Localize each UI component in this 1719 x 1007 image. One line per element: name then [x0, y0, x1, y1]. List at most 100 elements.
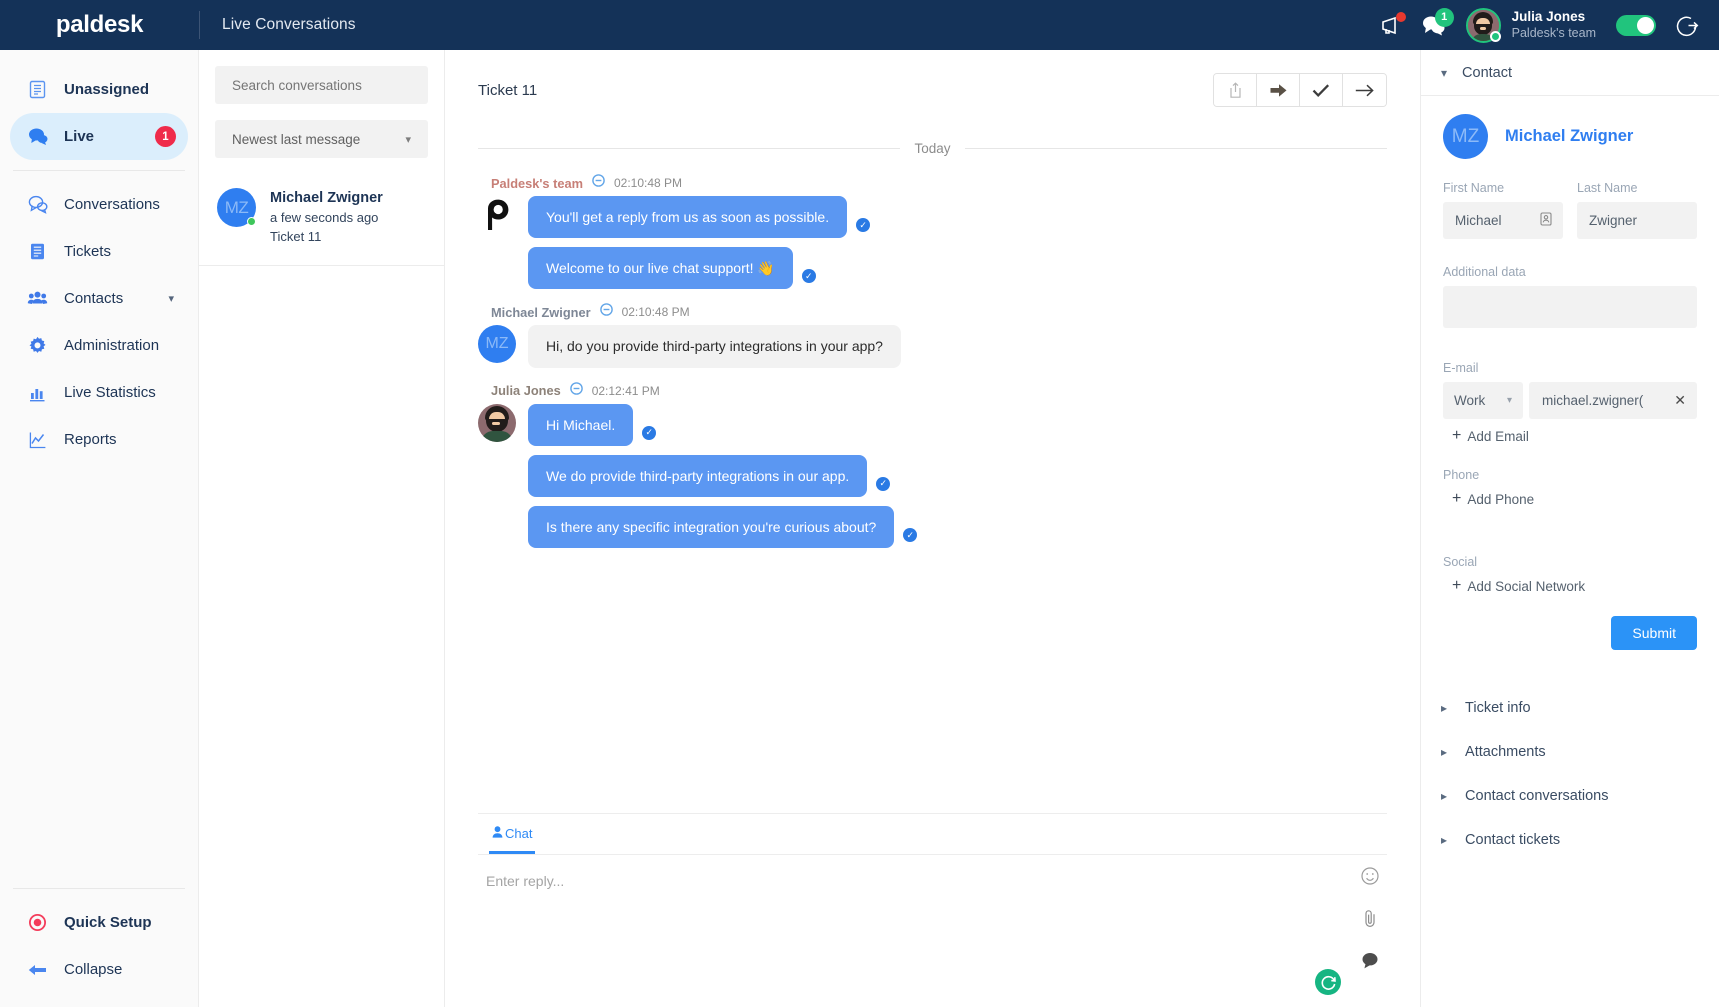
- message-scroll-area[interactable]: Today Paldesk's team 02:10:48 PM You'll …: [445, 107, 1420, 813]
- message-bubbles: Hi Michael. ✓ We do provide third-party …: [528, 403, 918, 549]
- avatar: MZ: [1443, 114, 1488, 159]
- sidebar-live-badge: 1: [155, 126, 176, 147]
- message-bubble: Welcome to our live chat support! 👋: [528, 247, 793, 290]
- read-receipt-icon: ✓: [876, 476, 891, 491]
- sidebar-divider: [13, 170, 185, 171]
- tab-chat[interactable]: Chat: [489, 814, 536, 854]
- top-bar-actions: 1 Julia Jones Paldesk's team: [1380, 7, 1719, 43]
- conversation-list-panel: Newest last message ▾ MZ Michael Zwigner…: [199, 50, 445, 1007]
- submit-row: Submit: [1421, 594, 1719, 650]
- sidebar-item-conversations[interactable]: Conversations: [10, 181, 188, 228]
- avatar: MZ: [217, 188, 256, 227]
- phone-label: Phone: [1443, 468, 1480, 482]
- sidebar-item-contacts[interactable]: Contacts ▾: [10, 275, 188, 322]
- add-email-button[interactable]: + Add Email: [1452, 428, 1697, 444]
- search-input[interactable]: [215, 66, 428, 104]
- emoji-icon[interactable]: [1361, 867, 1379, 890]
- paperclip-icon[interactable]: [1363, 909, 1378, 933]
- sidebar-item-label: Reports: [64, 431, 117, 448]
- online-status-dot: [1489, 30, 1501, 42]
- chat-panel: Ticket 11 Today Paldesk's team 02:10:48 …: [445, 50, 1420, 1007]
- add-social-button[interactable]: + Add Social Network: [1452, 578, 1697, 594]
- resolve-button[interactable]: [1300, 74, 1343, 106]
- message-bubble: Hi Michael.: [528, 403, 634, 446]
- contacts-icon: [27, 288, 48, 309]
- sidebar-item-label: Live Statistics: [64, 384, 156, 401]
- message-group: Paldesk's team 02:10:48 PM You'll get a …: [478, 174, 1387, 290]
- sidebar-item-live[interactable]: Live 1: [10, 113, 188, 160]
- chevron-down-icon[interactable]: ▾: [168, 292, 174, 305]
- sidebar-item-unassigned[interactable]: Unassigned: [10, 66, 188, 113]
- additional-data-label: Additional data: [1443, 265, 1526, 279]
- contact-section-header[interactable]: ▾ Contact: [1421, 50, 1719, 96]
- sidebar-item-live-statistics[interactable]: Live Statistics: [10, 369, 188, 416]
- avatar[interactable]: [1465, 7, 1501, 43]
- chevron-right-icon: ▸: [1441, 833, 1448, 847]
- sidebar-item-quick-setup[interactable]: Quick Setup: [10, 899, 188, 946]
- header-divider: [199, 11, 200, 39]
- submit-button[interactable]: Submit: [1611, 616, 1697, 650]
- accordion-contact-conversations[interactable]: ▸ Contact conversations: [1421, 774, 1719, 818]
- accordion-ticket-info[interactable]: ▸ Ticket info: [1421, 686, 1719, 730]
- conversations-icon: [27, 194, 48, 215]
- line-chart-icon: [27, 429, 48, 450]
- read-receipt-icon: ✓: [903, 528, 918, 543]
- export-button[interactable]: [1214, 74, 1257, 106]
- avatar-initials: MZ: [224, 197, 249, 217]
- sidebar-item-reports[interactable]: Reports: [10, 416, 188, 463]
- contact-card-icon[interactable]: [1540, 212, 1552, 229]
- page-title: Live Conversations: [222, 16, 356, 33]
- sidebar-item-label: Quick Setup: [64, 914, 152, 931]
- app-logo[interactable]: paldesk: [56, 11, 144, 39]
- sidebar-item-label: Collapse: [64, 961, 123, 978]
- forward-button[interactable]: [1257, 74, 1300, 106]
- email-type-select[interactable]: Work ▾: [1443, 382, 1523, 419]
- send-button[interactable]: [1315, 969, 1341, 995]
- list-item[interactable]: MZ Michael Zwigner a few seconds ago Tic…: [199, 174, 444, 266]
- reply-placeholder: Enter reply...: [486, 873, 565, 889]
- additional-data-field[interactable]: [1443, 286, 1697, 328]
- email-row: Work ▾ michael.zwigner( ✕: [1443, 382, 1697, 419]
- avatar-initials: MZ: [1451, 125, 1480, 147]
- availability-toggle[interactable]: [1616, 14, 1656, 36]
- reply-input-area[interactable]: Enter reply...: [478, 855, 1387, 1007]
- read-receipt-icon: ✓: [856, 218, 871, 233]
- day-separator-label: Today: [914, 141, 951, 156]
- first-name-wrap: [1443, 202, 1563, 239]
- accordion-contact-tickets[interactable]: ▸ Contact tickets: [1421, 818, 1719, 862]
- notification-dot: [1395, 12, 1406, 22]
- message-author: Michael Zwigner: [491, 304, 591, 320]
- megaphone-icon[interactable]: [1380, 12, 1406, 35]
- last-name-field[interactable]: [1577, 202, 1697, 239]
- sidebar-bottom: Quick Setup Collapse: [0, 878, 198, 1007]
- message-group: Michael Zwigner 02:10:48 PM MZ Hi, do yo…: [478, 303, 1387, 368]
- gear-icon: [27, 335, 48, 356]
- agent-avatar: [478, 403, 516, 442]
- sidebar-item-administration[interactable]: Administration: [10, 322, 188, 369]
- plus-icon: +: [1452, 427, 1462, 444]
- message-row: Hi Michael. ✓: [528, 403, 917, 446]
- close-icon[interactable]: ✕: [1674, 392, 1686, 409]
- accordion-attachments[interactable]: ▸ Attachments: [1421, 730, 1719, 774]
- sidebar-item-collapse[interactable]: Collapse: [10, 946, 188, 993]
- sort-dropdown[interactable]: Newest last message ▾: [215, 120, 428, 158]
- add-phone-button[interactable]: + Add Phone: [1452, 491, 1697, 507]
- user-block[interactable]: Julia Jones Paldesk's team: [1465, 7, 1596, 43]
- message-meta: Julia Jones 02:12:41 PM: [478, 381, 1387, 400]
- email-field[interactable]: michael.zwigner( ✕: [1529, 382, 1697, 419]
- sidebar-item-label: Live: [64, 128, 95, 145]
- sidebar-item-tickets[interactable]: Tickets: [10, 228, 188, 275]
- chat-bubbles-icon[interactable]: 1: [1422, 7, 1454, 36]
- canned-response-icon[interactable]: [1361, 952, 1379, 974]
- contact-name: Michael Zwigner: [1505, 127, 1634, 145]
- sidebar-item-label: Tickets: [64, 243, 111, 260]
- left-sidebar: Unassigned Live 1 Conversations Tickets …: [0, 50, 199, 1007]
- message-channel-icon: [569, 381, 583, 400]
- message-body: MZ Hi, do you provide third-party integr…: [478, 325, 1387, 368]
- message-row: Is there any specific integration you're…: [528, 505, 918, 549]
- list-item-text: Michael Zwigner a few seconds ago Ticket…: [270, 188, 383, 247]
- chat-badge-count: 1: [1434, 7, 1454, 27]
- logout-icon[interactable]: [1676, 14, 1699, 37]
- read-receipt-icon: ✓: [801, 269, 816, 284]
- next-button[interactable]: [1343, 74, 1386, 106]
